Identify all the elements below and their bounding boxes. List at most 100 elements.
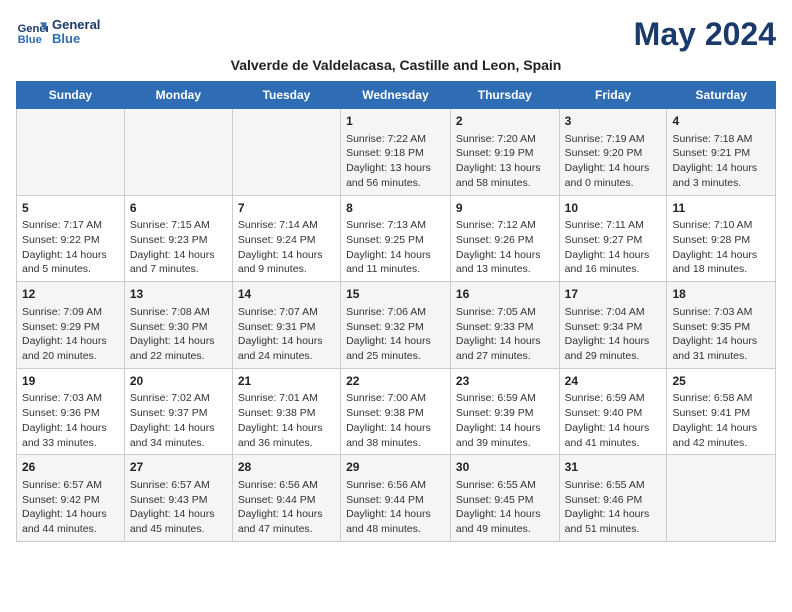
logo-general: General (52, 18, 100, 32)
calendar-cell: 4Sunrise: 7:18 AM Sunset: 9:21 PM Daylig… (667, 109, 776, 196)
calendar-cell: 15 Sunrise: 7:06 AM Sunset: 9:32 PM Dayli… (341, 282, 451, 369)
calendar-cell (17, 109, 125, 196)
day-number: 25 (672, 373, 770, 390)
day-number: 13 (130, 286, 227, 303)
calendar-cell: 2 Sunrise: 7:20 AM Sunset: 9:19 PM Daylig… (450, 109, 559, 196)
day-content: Sunrise: 6:56 AM Sunset: 9:44 PM Dayligh… (346, 478, 445, 537)
calendar-cell: 29 Sunrise: 6:56 AM Sunset: 9:44 PM Dayli… (341, 455, 451, 542)
day-number: 24 (565, 373, 662, 390)
day-content: Sunrise: 6:59 AM Sunset: 9:40 PM Dayligh… (565, 391, 662, 450)
calendar-cell: 6Sunrise: 7:15 AM Sunset: 9:23 PM Daylig… (124, 195, 232, 282)
calendar-cell: 11Sunrise: 7:10 AM Sunset: 9:28 PM Dayli… (667, 195, 776, 282)
day-content: Sunrise: 6:58 AM Sunset: 9:41 PM Dayligh… (672, 391, 770, 450)
calendar-cell: 19Sunrise: 7:03 AM Sunset: 9:36 PM Dayli… (17, 368, 125, 455)
calendar-cell: 5Sunrise: 7:17 AM Sunset: 9:22 PM Daylig… (17, 195, 125, 282)
month-year-title: May 2024 (634, 16, 776, 53)
day-number: 5 (22, 200, 119, 217)
day-content: Sunrise: 6:56 AM Sunset: 9:44 PM Dayligh… (238, 478, 335, 537)
calendar-header-row: SundayMondayTuesdayWednesdayThursdayFrid… (17, 82, 776, 109)
day-number: 17 (565, 286, 662, 303)
calendar-cell: 9Sunrise: 7:12 AM Sunset: 9:26 PM Daylig… (450, 195, 559, 282)
calendar-cell: 21Sunrise: 7:01 AM Sunset: 9:38 PM Dayli… (232, 368, 340, 455)
calendar-cell: 23Sunrise: 6:59 AM Sunset: 9:39 PM Dayli… (450, 368, 559, 455)
day-number: 27 (130, 459, 227, 476)
calendar-cell: 25Sunrise: 6:58 AM Sunset: 9:41 PM Dayli… (667, 368, 776, 455)
header-sunday: Sunday (17, 82, 125, 109)
calendar-cell: 30 Sunrise: 6:55 AM Sunset: 9:45 PM Dayli… (450, 455, 559, 542)
day-number: 4 (672, 113, 770, 130)
day-content: Sunrise: 7:01 AM Sunset: 9:38 PM Dayligh… (238, 391, 335, 450)
calendar-week-0: 1Sunrise: 7:22 AM Sunset: 9:18 PM Daylig… (17, 109, 776, 196)
header-friday: Friday (559, 82, 667, 109)
header-saturday: Saturday (667, 82, 776, 109)
calendar-cell (232, 109, 340, 196)
day-content: Sunrise: 6:57 AM Sunset: 9:42 PM Dayligh… (22, 478, 119, 537)
calendar-week-4: 26Sunrise: 6:57 AM Sunset: 9:42 PM Dayli… (17, 455, 776, 542)
day-number: 15 (346, 286, 445, 303)
day-content: Sunrise: 7:13 AM Sunset: 9:25 PM Dayligh… (346, 218, 445, 277)
calendar-cell (124, 109, 232, 196)
day-number: 2 (456, 113, 554, 130)
calendar-cell: 8Sunrise: 7:13 AM Sunset: 9:25 PM Daylig… (341, 195, 451, 282)
calendar-cell: 28 Sunrise: 6:56 AM Sunset: 9:44 PM Dayli… (232, 455, 340, 542)
calendar-cell: 10Sunrise: 7:11 AM Sunset: 9:27 PM Dayli… (559, 195, 667, 282)
calendar-cell: 7Sunrise: 7:14 AM Sunset: 9:24 PM Daylig… (232, 195, 340, 282)
day-number: 19 (22, 373, 119, 390)
header-wednesday: Wednesday (341, 82, 451, 109)
calendar-cell: 27 Sunrise: 6:57 AM Sunset: 9:43 PM Dayli… (124, 455, 232, 542)
calendar-cell: 18 Sunrise: 7:03 AM Sunset: 9:35 PM Dayli… (667, 282, 776, 369)
day-content: Sunrise: 6:59 AM Sunset: 9:39 PM Dayligh… (456, 391, 554, 450)
calendar-cell: 17 Sunrise: 7:04 AM Sunset: 9:34 PM Dayli… (559, 282, 667, 369)
header-tuesday: Tuesday (232, 82, 340, 109)
logo-icon: General Blue (16, 16, 48, 48)
day-content: Sunrise: 7:19 AM Sunset: 9:20 PM Dayligh… (565, 132, 662, 191)
day-content: Sunrise: 6:55 AM Sunset: 9:45 PM Dayligh… (456, 478, 554, 537)
calendar-week-3: 19Sunrise: 7:03 AM Sunset: 9:36 PM Dayli… (17, 368, 776, 455)
calendar-cell: 24Sunrise: 6:59 AM Sunset: 9:40 PM Dayli… (559, 368, 667, 455)
day-content: Sunrise: 7:04 AM Sunset: 9:34 PM Dayligh… (565, 305, 662, 364)
day-number: 30 (456, 459, 554, 476)
day-number: 23 (456, 373, 554, 390)
day-content: Sunrise: 7:20 AM Sunset: 9:19 PM Dayligh… (456, 132, 554, 191)
calendar-cell: 14Sunrise: 7:07 AM Sunset: 9:31 PM Dayli… (232, 282, 340, 369)
calendar-cell: 26Sunrise: 6:57 AM Sunset: 9:42 PM Dayli… (17, 455, 125, 542)
day-number: 16 (456, 286, 554, 303)
calendar-body: 1Sunrise: 7:22 AM Sunset: 9:18 PM Daylig… (17, 109, 776, 542)
location-subtitle: Valverde de Valdelacasa, Castille and Le… (16, 57, 776, 73)
day-content: Sunrise: 7:03 AM Sunset: 9:36 PM Dayligh… (22, 391, 119, 450)
calendar-cell: 1Sunrise: 7:22 AM Sunset: 9:18 PM Daylig… (341, 109, 451, 196)
day-content: Sunrise: 7:09 AM Sunset: 9:29 PM Dayligh… (22, 305, 119, 364)
day-number: 8 (346, 200, 445, 217)
calendar-cell: 16 Sunrise: 7:05 AM Sunset: 9:33 PM Dayli… (450, 282, 559, 369)
svg-text:Blue: Blue (18, 34, 42, 46)
day-number: 28 (238, 459, 335, 476)
day-number: 18 (672, 286, 770, 303)
header-monday: Monday (124, 82, 232, 109)
calendar-cell: 13 Sunrise: 7:08 AM Sunset: 9:30 PM Dayli… (124, 282, 232, 369)
day-number: 1 (346, 113, 445, 130)
day-number: 6 (130, 200, 227, 217)
day-content: Sunrise: 7:05 AM Sunset: 9:33 PM Dayligh… (456, 305, 554, 364)
day-number: 7 (238, 200, 335, 217)
calendar-cell: 22Sunrise: 7:00 AM Sunset: 9:38 PM Dayli… (341, 368, 451, 455)
day-number: 11 (672, 200, 770, 217)
day-content: Sunrise: 7:06 AM Sunset: 9:32 PM Dayligh… (346, 305, 445, 364)
day-number: 12 (22, 286, 119, 303)
day-number: 29 (346, 459, 445, 476)
day-content: Sunrise: 6:57 AM Sunset: 9:43 PM Dayligh… (130, 478, 227, 537)
calendar-table: SundayMondayTuesdayWednesdayThursdayFrid… (16, 81, 776, 542)
day-number: 10 (565, 200, 662, 217)
calendar-week-1: 5Sunrise: 7:17 AM Sunset: 9:22 PM Daylig… (17, 195, 776, 282)
day-content: Sunrise: 7:03 AM Sunset: 9:35 PM Dayligh… (672, 305, 770, 364)
day-number: 9 (456, 200, 554, 217)
day-content: Sunrise: 7:08 AM Sunset: 9:30 PM Dayligh… (130, 305, 227, 364)
day-content: Sunrise: 6:55 AM Sunset: 9:46 PM Dayligh… (565, 478, 662, 537)
day-content: Sunrise: 7:02 AM Sunset: 9:37 PM Dayligh… (130, 391, 227, 450)
day-content: Sunrise: 7:12 AM Sunset: 9:26 PM Dayligh… (456, 218, 554, 277)
calendar-week-2: 12 Sunrise: 7:09 AM Sunset: 9:29 PM Dayli… (17, 282, 776, 369)
day-number: 3 (565, 113, 662, 130)
calendar-cell: 12 Sunrise: 7:09 AM Sunset: 9:29 PM Dayli… (17, 282, 125, 369)
page-header: General Blue General Blue May 2024 (16, 16, 776, 53)
day-content: Sunrise: 7:15 AM Sunset: 9:23 PM Dayligh… (130, 218, 227, 277)
day-content: Sunrise: 7:17 AM Sunset: 9:22 PM Dayligh… (22, 218, 119, 277)
